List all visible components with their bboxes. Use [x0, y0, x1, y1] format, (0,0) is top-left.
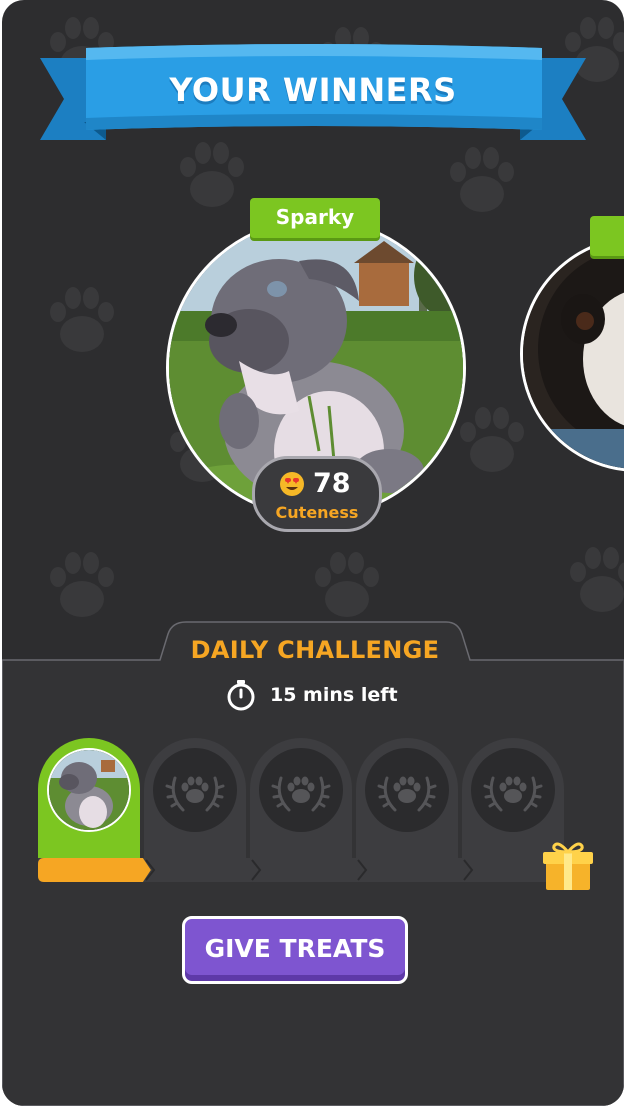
paw-wreath-icon	[483, 776, 543, 812]
winner-name-tag: Sparky	[250, 198, 380, 238]
score-label: Cuteness	[275, 503, 359, 522]
app-screen: YOUR WINNERS Sparky 78 Cuteness DAILY CH…	[2, 0, 624, 1106]
winner-name-tag	[590, 216, 624, 256]
cuteness-score-badge: 78 Cuteness	[252, 456, 382, 532]
heart-eyes-emoji-icon	[280, 472, 304, 496]
progress-fill	[38, 858, 151, 882]
challenge-progress-bar	[38, 858, 566, 882]
give-treats-button[interactable]: GIVE TREATS	[182, 916, 408, 984]
gift-box-icon[interactable]	[540, 838, 596, 894]
paw-wreath-icon	[271, 776, 331, 812]
challenge-slot-locked	[250, 738, 352, 858]
challenge-timer: 15 mins left	[224, 678, 398, 712]
challenge-title: DAILY CHALLENGE	[190, 636, 440, 664]
challenge-slot-completed[interactable]	[38, 738, 140, 858]
paw-wreath-icon	[377, 776, 437, 812]
time-remaining: 15 mins left	[270, 684, 398, 706]
page-title: YOUR WINNERS	[169, 71, 457, 109]
stopwatch-icon	[227, 680, 255, 711]
winners-banner: YOUR WINNERS	[2, 0, 624, 170]
paw-wreath-icon	[165, 776, 225, 812]
sparky-thumbnail	[47, 748, 131, 832]
challenge-slot-locked	[356, 738, 458, 858]
score-value: 78	[313, 468, 351, 499]
challenge-slot-locked	[144, 738, 246, 858]
